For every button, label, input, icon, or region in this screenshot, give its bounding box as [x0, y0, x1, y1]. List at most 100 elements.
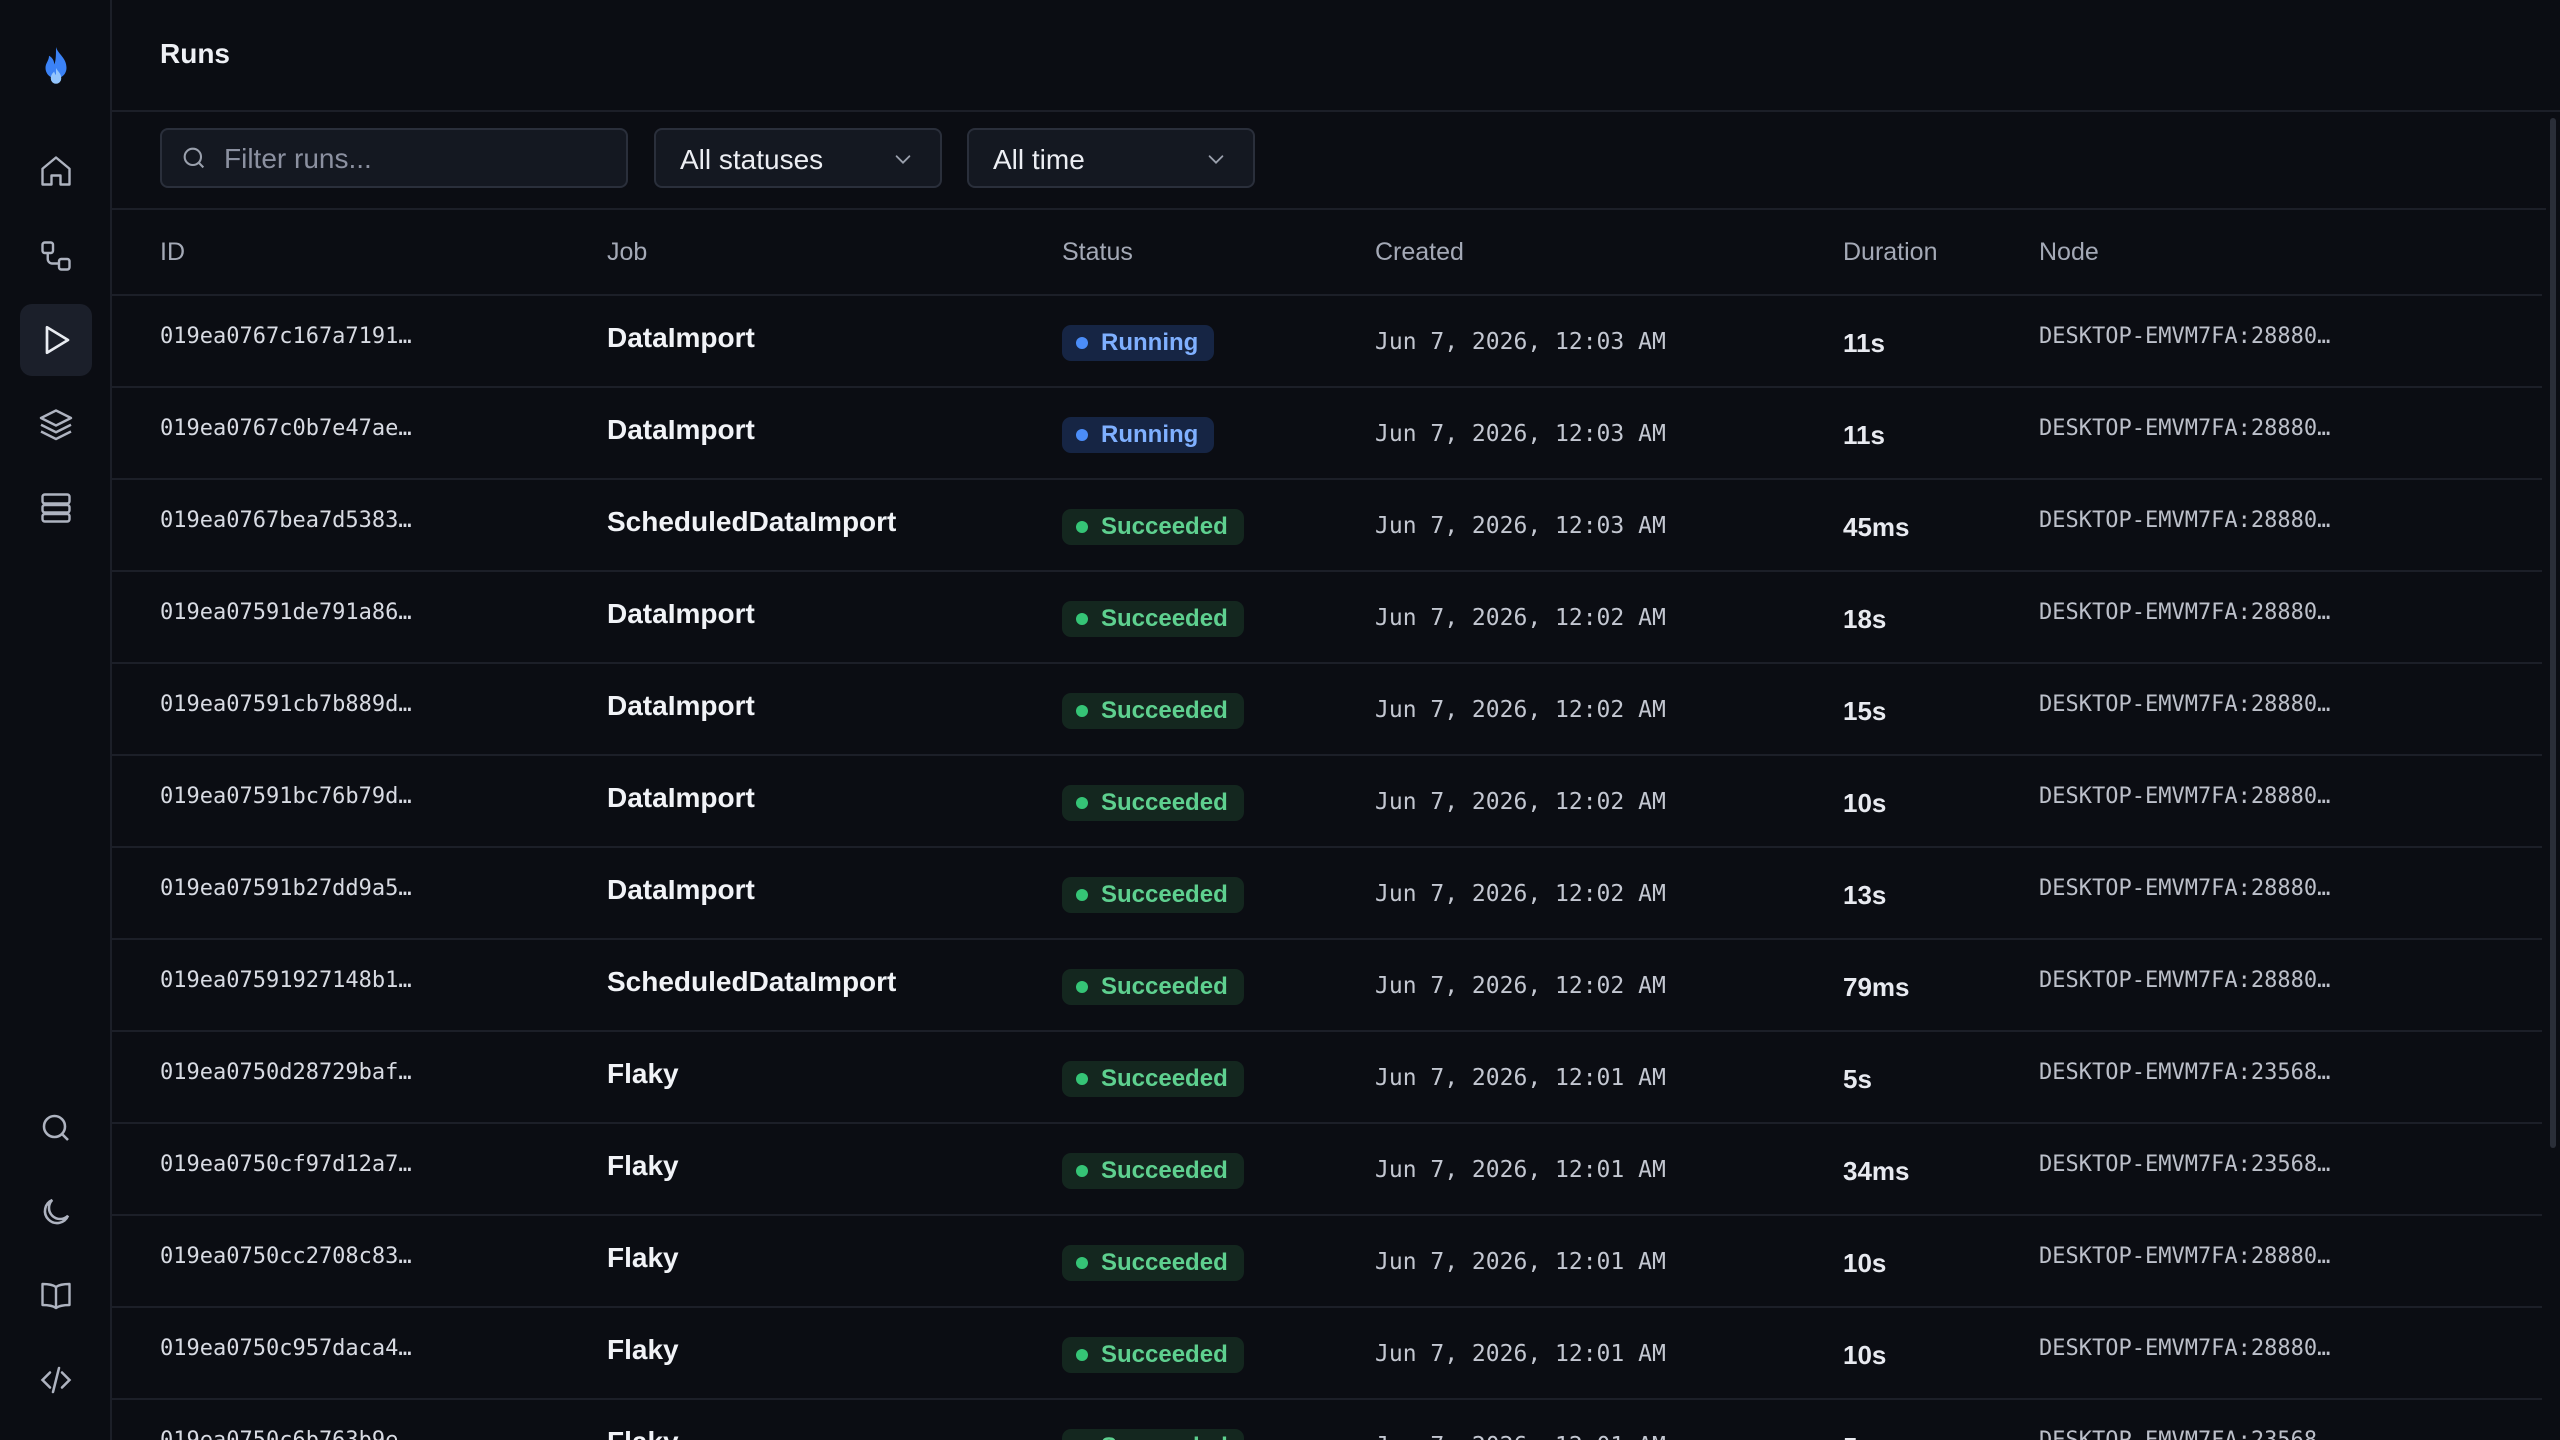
run-id[interactable]: 019ea0767bea7d5383…: [160, 508, 412, 533]
run-id[interactable]: 019ea0767c167a7191…: [160, 324, 412, 349]
table-row[interactable]: 019ea0767c0b7e47ae… DataImport Running Jun …: [112, 388, 2542, 480]
job-name[interactable]: Flaky: [607, 1334, 679, 1366]
column-header-id[interactable]: ID: [160, 238, 185, 267]
page-header: Runs: [112, 0, 2560, 112]
status-label: Running: [1101, 421, 1199, 448]
search-icon: [183, 147, 205, 169]
job-name[interactable]: DataImport: [607, 874, 755, 906]
column-header-job[interactable]: Job: [607, 238, 647, 267]
table-row[interactable]: 019ea07591927148b1… ScheduledDataImport Su…: [112, 940, 2542, 1032]
column-header-status[interactable]: Status: [1062, 238, 1133, 267]
duration: 10s: [1843, 788, 1887, 818]
job-name[interactable]: Flaky: [607, 1058, 679, 1090]
flame-logo-icon[interactable]: [35, 45, 77, 91]
run-id[interactable]: 019ea07591927148b1…: [160, 968, 412, 993]
search-box[interactable]: [160, 128, 628, 188]
created-time: Jun 7, 2026, 12:01 AM: [1375, 1433, 1666, 1440]
nav-home[interactable]: [20, 135, 92, 207]
created-time: Jun 7, 2026, 12:03 AM: [1375, 421, 1666, 447]
created-time: Jun 7, 2026, 12:03 AM: [1375, 329, 1666, 355]
table-row[interactable]: 019ea0750c6b763b9e… Flaky Succeeded Jun 7, …: [112, 1400, 2542, 1440]
status-select[interactable]: All statuses: [654, 128, 942, 188]
status-badge: Succeeded: [1062, 601, 1244, 637]
status-select-value: All statuses: [680, 144, 824, 175]
status-dot-icon: [1076, 889, 1088, 901]
nav-nodes[interactable]: [20, 472, 92, 544]
table-row[interactable]: 019ea07591cb7b889d… DataImport Succeeded Ju…: [112, 664, 2542, 756]
status-dot-icon: [1076, 1257, 1088, 1269]
table-header: ID Job Status Created Duration Node: [112, 210, 2542, 296]
nav-search[interactable]: [20, 1092, 92, 1164]
job-name[interactable]: DataImport: [607, 690, 755, 722]
job-name[interactable]: Flaky: [607, 1150, 679, 1182]
filter-runs-input[interactable]: [222, 138, 616, 180]
table-row[interactable]: 019ea0767c167a7191… DataImport Running Jun …: [112, 296, 2542, 388]
run-id[interactable]: 019ea07591de791a86…: [160, 600, 412, 625]
job-name[interactable]: DataImport: [607, 782, 755, 814]
status-cell: Succeeded: [1062, 1245, 1244, 1281]
run-id[interactable]: 019ea07591cb7b889d…: [160, 692, 412, 717]
job-name[interactable]: ScheduledDataImport: [607, 506, 896, 538]
duration: 15s: [1843, 696, 1887, 726]
status-badge: Succeeded: [1062, 1061, 1244, 1097]
status-label: Succeeded: [1101, 973, 1228, 1000]
run-id[interactable]: 019ea0750c6b763b9e…: [160, 1428, 412, 1440]
column-header-created[interactable]: Created: [1375, 238, 1464, 267]
duration: 11s: [1843, 328, 1885, 358]
chevron-down-icon: [1208, 155, 1224, 164]
node-name: DESKTOP-EMVM7FA:23568…: [2039, 1428, 2330, 1440]
job-name[interactable]: DataImport: [607, 598, 755, 630]
column-header-duration[interactable]: Duration: [1843, 238, 1938, 267]
table-row[interactable]: 019ea0767bea7d5383… ScheduledDataImport Su…: [112, 480, 2542, 572]
runs-table: ID Job Status Created Duration Node 019e…: [112, 210, 2542, 1440]
moon-icon: [43, 1198, 70, 1225]
table-row[interactable]: 019ea0750cf97d12a7… Flaky Succeeded Jun 7, …: [112, 1124, 2542, 1216]
theme-toggle[interactable]: [20, 1176, 92, 1248]
run-id[interactable]: 019ea07591b27dd9a5…: [160, 876, 412, 901]
created-time: Jun 7, 2026, 12:02 AM: [1375, 697, 1666, 723]
table-row[interactable]: 019ea07591de791a86… DataImport Succeeded Ju…: [112, 572, 2542, 664]
status-dot-icon: [1076, 1165, 1088, 1177]
nav-queues[interactable]: [20, 388, 92, 460]
job-name[interactable]: Flaky: [607, 1242, 679, 1274]
time-select[interactable]: All time: [967, 128, 1255, 188]
run-id[interactable]: 019ea0750c957daca4…: [160, 1336, 412, 1361]
run-id[interactable]: 019ea0750cc2708c83…: [160, 1244, 412, 1269]
status-badge: Succeeded: [1062, 693, 1244, 729]
table-scrollbar[interactable]: [2550, 118, 2556, 1148]
status-cell: Succeeded: [1062, 785, 1244, 821]
table-row[interactable]: 019ea0750d28729baf… Flaky Succeeded Jun 7, …: [112, 1032, 2542, 1124]
run-id[interactable]: 019ea0767c0b7e47ae…: [160, 416, 412, 441]
nav-runs[interactable]: [20, 304, 92, 376]
table-row[interactable]: 019ea0750c957daca4… Flaky Succeeded Jun 7, …: [112, 1308, 2542, 1400]
sidebar: [0, 0, 112, 1440]
status-label: Succeeded: [1101, 697, 1228, 724]
node-name: DESKTOP-EMVM7FA:28880…: [2039, 1244, 2331, 1269]
nav-api[interactable]: [20, 1344, 92, 1416]
job-name[interactable]: ScheduledDataImport: [607, 966, 896, 998]
run-id[interactable]: 019ea0750d28729baf…: [160, 1060, 412, 1085]
duration: 10s: [1843, 1340, 1887, 1370]
status-cell: Succeeded: [1062, 1337, 1244, 1373]
nav-docs[interactable]: [20, 1260, 92, 1332]
job-name[interactable]: DataImport: [607, 322, 755, 354]
status-label: Succeeded: [1101, 1249, 1228, 1276]
status-dot-icon: [1076, 797, 1088, 809]
play-icon: [45, 325, 70, 355]
created-time: Jun 7, 2026, 12:02 AM: [1375, 605, 1666, 631]
job-name[interactable]: Flaky: [607, 1426, 679, 1440]
duration: 5s: [1843, 1064, 1872, 1094]
table-row[interactable]: 019ea07591b27dd9a5… DataImport Succeeded Ju…: [112, 848, 2542, 940]
status-dot-icon: [1076, 981, 1088, 993]
table-row[interactable]: 019ea0750cc2708c83… Flaky Succeeded Jun 7, …: [112, 1216, 2542, 1308]
run-id[interactable]: 019ea07591bc76b79d…: [160, 784, 412, 809]
column-header-node[interactable]: Node: [2039, 238, 2099, 267]
node-name: DESKTOP-EMVM7FA:28880…: [2039, 968, 2331, 993]
job-name[interactable]: DataImport: [607, 414, 755, 446]
status-dot-icon: [1076, 521, 1088, 533]
nav-workflows[interactable]: [20, 220, 92, 292]
status-dot-icon: [1076, 429, 1088, 441]
run-id[interactable]: 019ea0750cf97d12a7…: [160, 1152, 412, 1177]
status-badge: Succeeded: [1062, 877, 1244, 913]
table-row[interactable]: 019ea07591bc76b79d… DataImport Succeeded Ju…: [112, 756, 2542, 848]
